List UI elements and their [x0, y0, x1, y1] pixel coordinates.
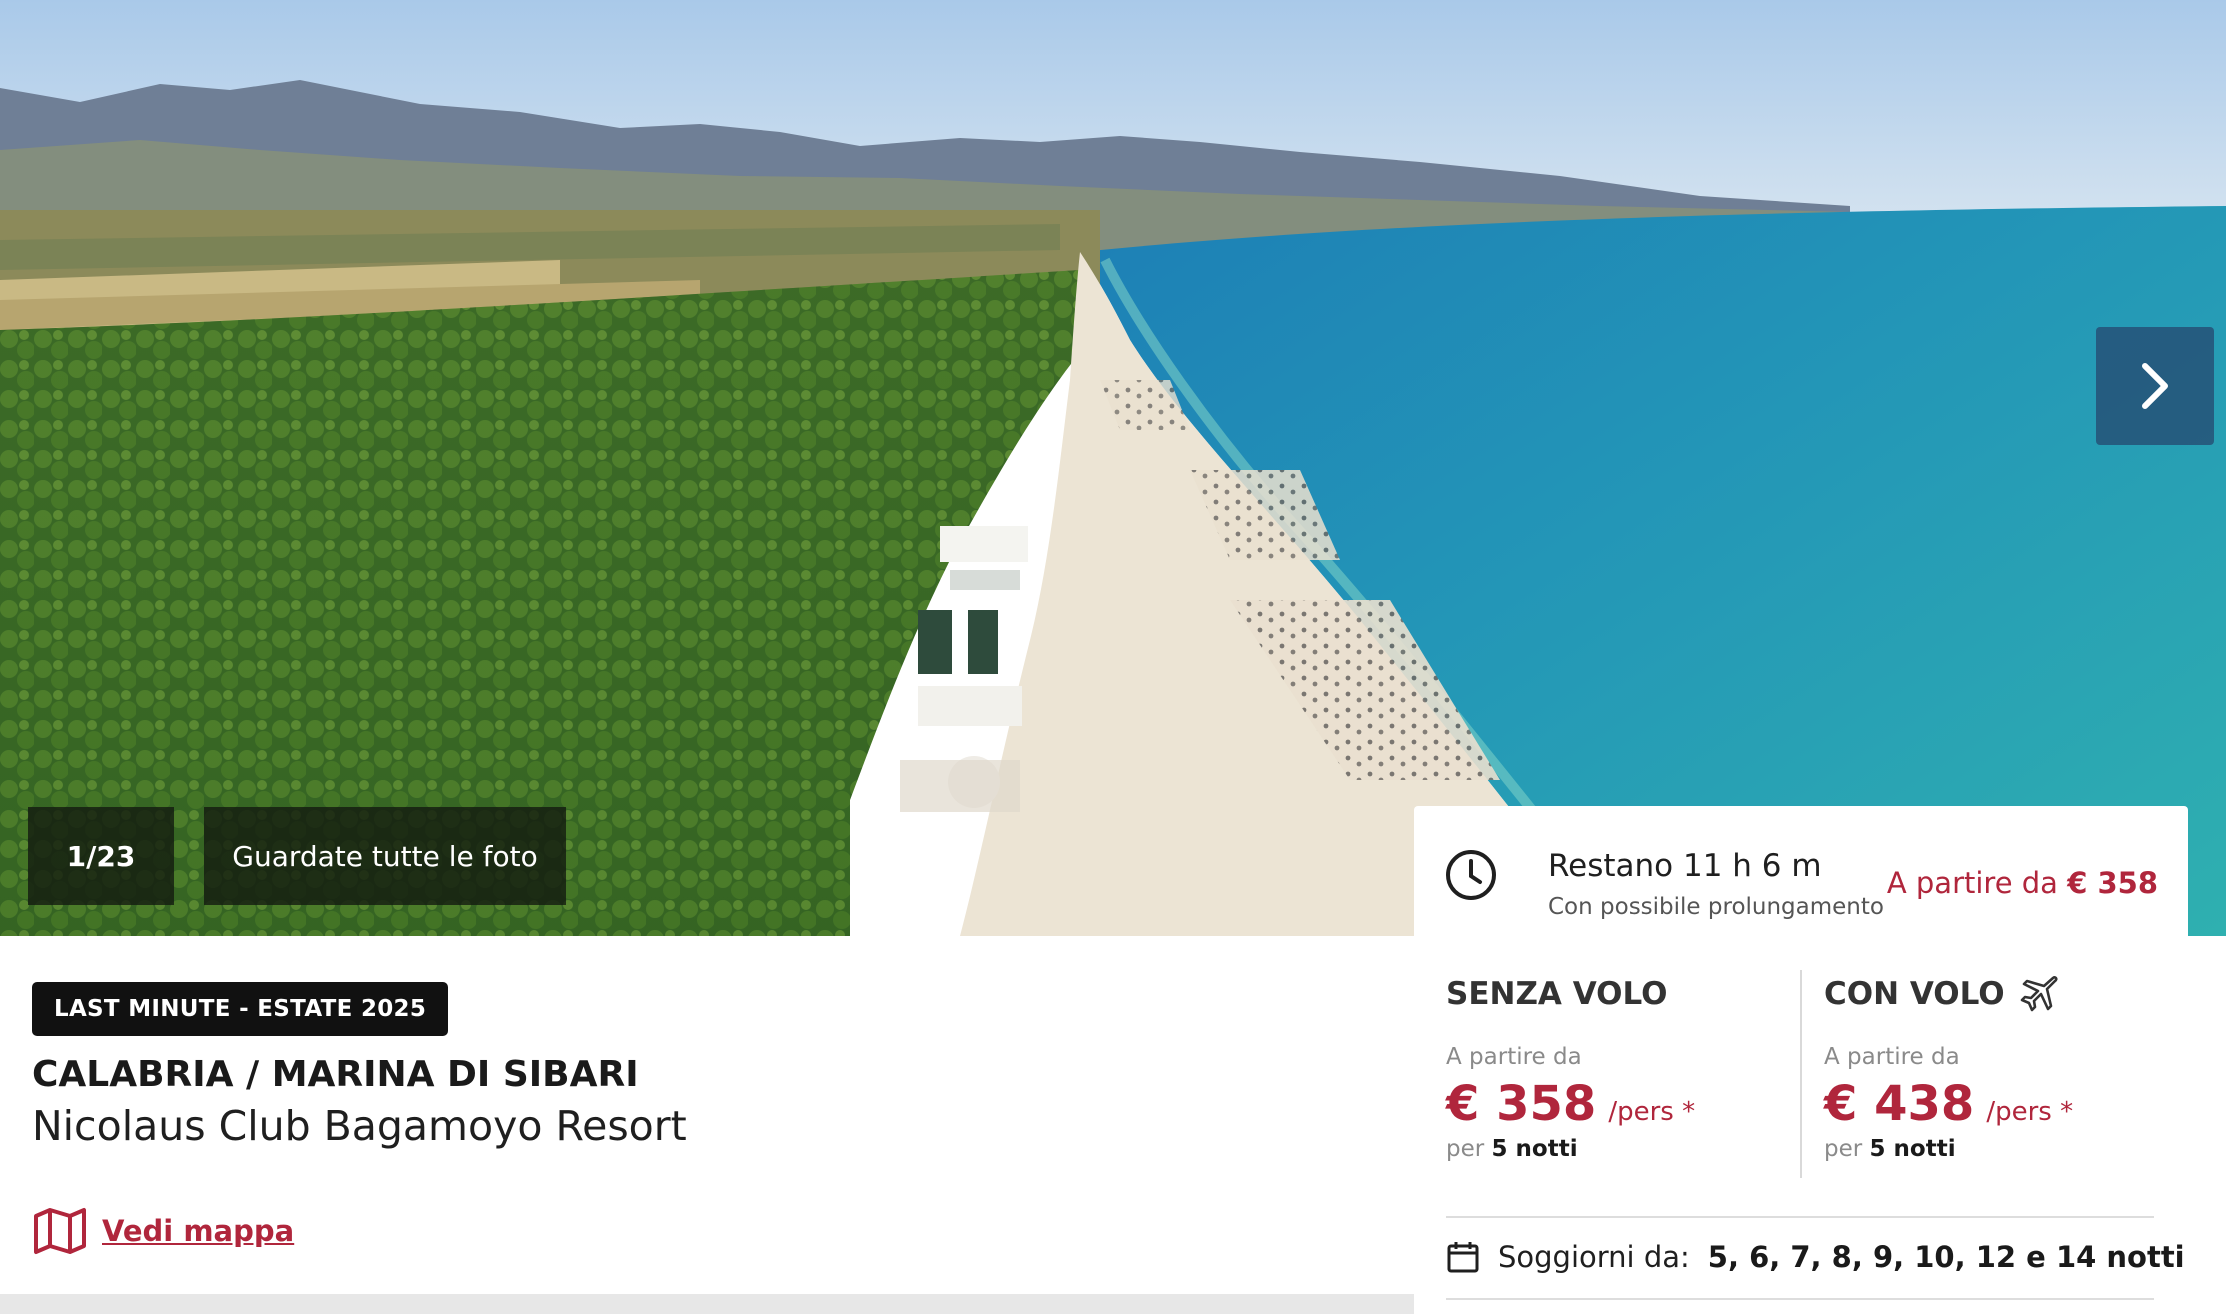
- with-flight-nights-value: 5 notti: [1869, 1136, 1956, 1162]
- card-separator-bottom: [1446, 1298, 2154, 1300]
- booking-card: Restano 11 h 6 m Con possibile prolungam…: [1414, 806, 2188, 1314]
- with-flight-price-row: € 438 /pers *: [1824, 1076, 2164, 1132]
- without-flight-title: SENZA VOLO: [1446, 972, 1786, 1016]
- location-title: CALABRIA / MARINA DI SIBARI: [32, 1054, 639, 1095]
- option-with-flight[interactable]: CON VOLO A partire da € 438 /pers * per …: [1824, 972, 2164, 1162]
- card-separator: [1446, 1216, 2154, 1218]
- without-flight-from-label: A partire da: [1446, 1044, 1582, 1070]
- photo-counter: 1/23: [28, 807, 174, 905]
- hero-photo[interactable]: 1/23 Guardate tutte le foto: [0, 0, 2226, 936]
- hero-image: [0, 0, 2226, 936]
- countdown-row: Restano 11 h 6 m Con possibile prolungam…: [1444, 836, 2158, 926]
- without-flight-price-row: € 358 /pers *: [1446, 1076, 1786, 1132]
- starting-price: A partire da € 358: [1887, 866, 2158, 900]
- stay-lengths-row: Soggiorni da: 5, 6, 7, 8, 9, 10, 12 e 14…: [1446, 1240, 2185, 1274]
- with-flight-price: € 438: [1824, 1076, 1975, 1132]
- map-icon: [34, 1208, 86, 1254]
- starting-price-value: € 358: [2067, 866, 2158, 900]
- next-photo-button[interactable]: [2096, 327, 2214, 445]
- view-map-link[interactable]: Vedi mappa: [32, 1206, 294, 1256]
- section-divider: [0, 1294, 1414, 1314]
- without-flight-nights-value: 5 notti: [1491, 1136, 1578, 1162]
- view-map-label: Vedi mappa: [102, 1214, 295, 1248]
- option-without-flight[interactable]: SENZA VOLO A partire da € 358 /pers * pe…: [1446, 972, 1786, 1162]
- stay-lengths-label: Soggiorni da:: [1498, 1240, 1690, 1274]
- with-flight-nights: per 5 notti: [1824, 1136, 2164, 1162]
- chevron-right-icon: [2142, 363, 2168, 409]
- without-flight-nights-prefix: per: [1446, 1136, 1485, 1162]
- with-flight-title: CON VOLO: [1824, 972, 2164, 1016]
- airplane-icon: [2020, 976, 2058, 1012]
- without-flight-price: € 358: [1446, 1076, 1597, 1132]
- countdown-title: Restano 11 h 6 m: [1548, 848, 1822, 884]
- calendar-icon: [1447, 1242, 1479, 1273]
- clock-icon: [1446, 850, 1496, 900]
- without-flight-unit: /pers *: [1608, 1097, 1696, 1127]
- with-flight-title-text: CON VOLO: [1824, 976, 2005, 1012]
- with-flight-from-label: A partire da: [1824, 1044, 1960, 1070]
- without-flight-title-text: SENZA VOLO: [1446, 976, 1668, 1012]
- stay-lengths-value: 5, 6, 7, 8, 9, 10, 12 e 14 notti: [1707, 1240, 2185, 1274]
- countdown-subtitle: Con possibile prolungamento: [1548, 894, 1884, 920]
- column-divider: [1800, 970, 1802, 1178]
- with-flight-unit: /pers *: [1986, 1097, 2074, 1127]
- promo-badge: LAST MINUTE - ESTATE 2025: [32, 982, 449, 1036]
- starting-price-prefix: A partire da: [1886, 866, 2058, 900]
- without-flight-nights: per 5 notti: [1446, 1136, 1786, 1162]
- hotel-name: Nicolaus Club Bagamoyo Resort: [32, 1102, 687, 1150]
- with-flight-nights-prefix: per: [1824, 1136, 1863, 1162]
- all-photos-button[interactable]: Guardate tutte le foto: [204, 807, 566, 905]
